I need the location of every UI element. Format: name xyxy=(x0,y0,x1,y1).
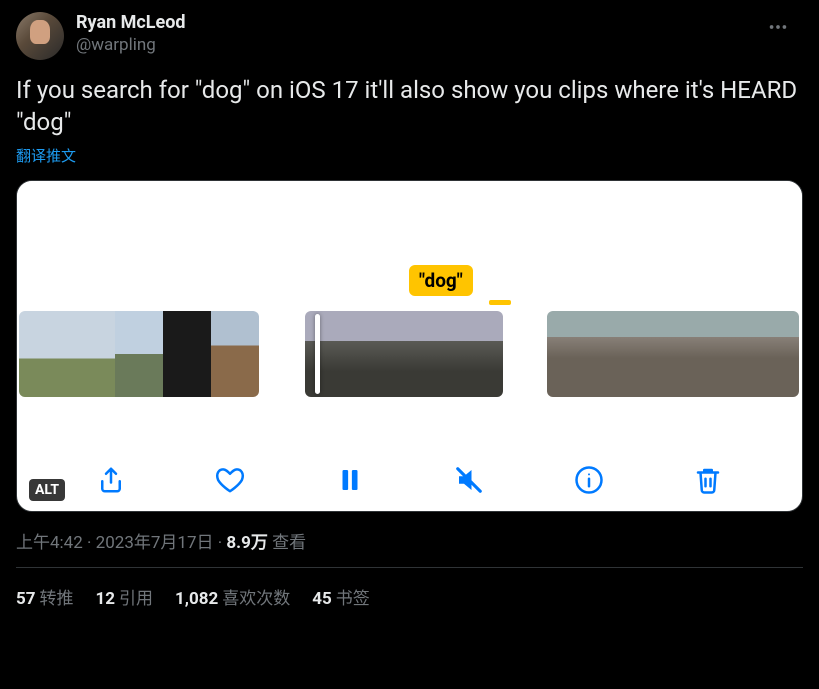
trash-button[interactable] xyxy=(691,463,725,497)
likes-stat[interactable]: 1,082喜欢次数 xyxy=(175,584,290,609)
more-icon xyxy=(767,16,789,38)
clip-frame xyxy=(437,311,503,397)
display-name: Ryan McLeod xyxy=(76,12,186,35)
share-icon xyxy=(96,465,126,495)
clip-frame xyxy=(547,311,589,397)
clip-frame xyxy=(631,311,673,397)
search-badge: "dog" xyxy=(409,265,473,296)
author-block[interactable]: Ryan McLeod @warpling xyxy=(76,12,186,56)
filmstrip-row xyxy=(17,311,802,397)
share-button[interactable] xyxy=(94,463,128,497)
tweet-header: Ryan McLeod @warpling xyxy=(16,12,803,60)
clip-frame xyxy=(163,311,211,397)
quotes-stat[interactable]: 12引用 xyxy=(96,584,154,609)
pause-button[interactable] xyxy=(333,463,367,497)
more-button[interactable] xyxy=(767,16,789,42)
clip-frame xyxy=(757,311,799,397)
clip-group[interactable] xyxy=(547,311,799,397)
pause-icon xyxy=(335,465,365,495)
scrub-indicator xyxy=(489,300,511,305)
views-count: 8.9万 xyxy=(226,533,267,553)
meta-row: 上午4:42 · 2023年7月17日 · 8.9万 查看 xyxy=(16,528,803,553)
tweet-date[interactable]: 2023年7月17日 xyxy=(96,533,214,553)
views-label: 查看 xyxy=(272,533,306,553)
mute-icon xyxy=(454,465,484,495)
clip-frame xyxy=(589,311,631,397)
clip-group-active[interactable] xyxy=(305,311,503,397)
stats-row: 57转推 12引用 1,082喜欢次数 45书签 xyxy=(16,568,803,619)
heart-icon xyxy=(215,465,245,495)
info-button[interactable] xyxy=(572,463,606,497)
media-toolbar xyxy=(17,463,802,497)
handle: @warpling xyxy=(76,35,186,56)
clip-frame xyxy=(371,311,437,397)
bookmarks-stat[interactable]: 45书签 xyxy=(312,584,370,609)
like-button[interactable] xyxy=(213,463,247,497)
clip-group[interactable] xyxy=(19,311,259,397)
translate-link[interactable]: 翻译推文 xyxy=(16,145,803,166)
media-card[interactable]: "dog" xyxy=(16,180,803,512)
mute-button[interactable] xyxy=(452,463,486,497)
clip-frame xyxy=(19,311,67,397)
trash-icon xyxy=(693,465,723,495)
tweet-time[interactable]: 上午4:42 xyxy=(16,533,83,553)
clip-frame xyxy=(67,311,115,397)
tweet-container: Ryan McLeod @warpling If you search for … xyxy=(0,0,819,619)
playhead[interactable] xyxy=(315,314,320,394)
avatar[interactable] xyxy=(16,12,64,60)
clip-frame xyxy=(211,311,259,397)
alt-badge[interactable]: ALT xyxy=(29,479,65,501)
tweet-text: If you search for "dog" on iOS 17 it'll … xyxy=(16,74,803,139)
clip-frame xyxy=(115,311,163,397)
retweets-stat[interactable]: 57转推 xyxy=(16,584,74,609)
clip-frame xyxy=(715,311,757,397)
info-icon xyxy=(574,465,604,495)
clip-frame xyxy=(673,311,715,397)
